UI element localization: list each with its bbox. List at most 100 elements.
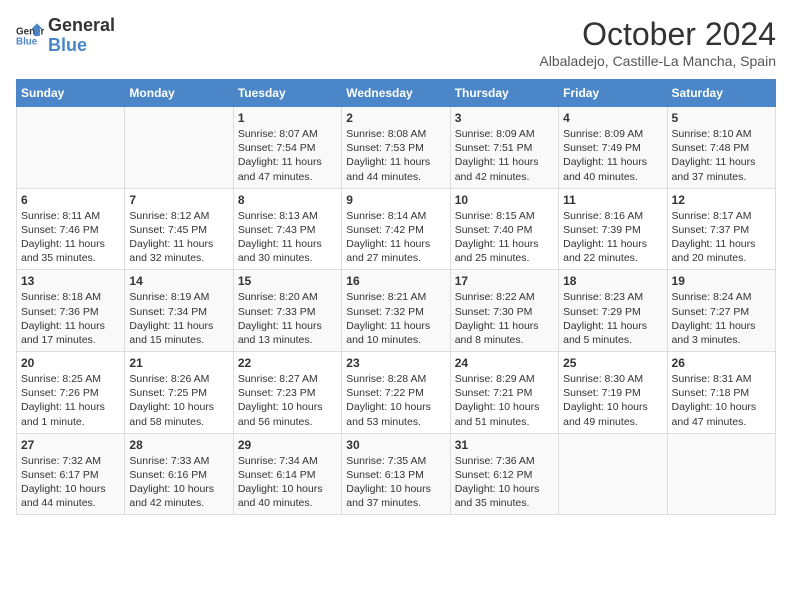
day-content: Sunrise: 8:24 AM Sunset: 7:27 PM Dayligh… <box>672 290 771 347</box>
day-content: Sunrise: 8:10 AM Sunset: 7:48 PM Dayligh… <box>672 127 771 184</box>
day-content: Sunrise: 8:13 AM Sunset: 7:43 PM Dayligh… <box>238 209 337 266</box>
day-number: 1 <box>238 111 337 125</box>
logo-general-text: General <box>48 16 115 36</box>
day-number: 16 <box>346 274 445 288</box>
day-number: 15 <box>238 274 337 288</box>
calendar-table: SundayMondayTuesdayWednesdayThursdayFrid… <box>16 79 776 515</box>
day-content: Sunrise: 7:32 AM Sunset: 6:17 PM Dayligh… <box>21 454 120 511</box>
day-number: 14 <box>129 274 228 288</box>
calendar-cell: 8Sunrise: 8:13 AM Sunset: 7:43 PM Daylig… <box>233 188 341 270</box>
weekday-header-wednesday: Wednesday <box>342 80 450 107</box>
day-content: Sunrise: 7:34 AM Sunset: 6:14 PM Dayligh… <box>238 454 337 511</box>
calendar-cell: 15 Sunrise: 8:20 AM Sunset: 7:33 PM Dayli… <box>233 270 341 352</box>
day-content: Sunrise: 8:07 AM Sunset: 7:54 PM Dayligh… <box>238 127 337 184</box>
day-content: Sunrise: 8:26 AM Sunset: 7:25 PM Dayligh… <box>129 372 228 429</box>
weekday-header-row: SundayMondayTuesdayWednesdayThursdayFrid… <box>17 80 776 107</box>
calendar-week-row: 6Sunrise: 8:11 AM Sunset: 7:46 PM Daylig… <box>17 188 776 270</box>
day-content: Sunrise: 8:30 AM Sunset: 7:19 PM Dayligh… <box>563 372 662 429</box>
calendar-cell <box>667 433 775 515</box>
day-number: 18 <box>563 274 662 288</box>
calendar-cell: 18 Sunrise: 8:23 AM Sunset: 7:29 PM Dayli… <box>559 270 667 352</box>
calendar-cell: 7 Sunrise: 8:12 AM Sunset: 7:45 PM Daylig… <box>125 188 233 270</box>
day-number: 12 <box>672 193 771 207</box>
calendar-cell: 22 Sunrise: 8:27 AM Sunset: 7:23 PM Dayli… <box>233 352 341 434</box>
calendar-cell: 20 Sunrise: 8:25 AM Sunset: 7:26 PM Dayli… <box>17 352 125 434</box>
day-number: 3 <box>455 111 554 125</box>
day-content: Sunrise: 8:22 AM Sunset: 7:30 PM Dayligh… <box>455 290 554 347</box>
calendar-cell <box>17 107 125 189</box>
day-number: 27 <box>21 438 120 452</box>
day-number: 4 <box>563 111 662 125</box>
day-number: 20 <box>21 356 120 370</box>
day-content: Sunrise: 8:25 AM Sunset: 7:26 PM Dayligh… <box>21 372 120 429</box>
calendar-cell: 12 Sunrise: 8:17 AM Sunset: 7:37 PM Dayli… <box>667 188 775 270</box>
calendar-cell: 1 Sunrise: 8:07 AM Sunset: 7:54 PM Daylig… <box>233 107 341 189</box>
day-content: Sunrise: 8:15 AM Sunset: 7:40 PM Dayligh… <box>455 209 554 266</box>
day-number: 17 <box>455 274 554 288</box>
day-number: 26 <box>672 356 771 370</box>
day-number: 25 <box>563 356 662 370</box>
day-number: 30 <box>346 438 445 452</box>
calendar-cell: 14 Sunrise: 8:19 AM Sunset: 7:34 PM Dayli… <box>125 270 233 352</box>
logo-blue-text: Blue <box>48 36 115 56</box>
calendar-cell: 6Sunrise: 8:11 AM Sunset: 7:46 PM Daylig… <box>17 188 125 270</box>
calendar-cell: 11Sunrise: 8:16 AM Sunset: 7:39 PM Dayli… <box>559 188 667 270</box>
day-content: Sunrise: 8:20 AM Sunset: 7:33 PM Dayligh… <box>238 290 337 347</box>
day-content: Sunrise: 8:29 AM Sunset: 7:21 PM Dayligh… <box>455 372 554 429</box>
logo: General Blue General Blue <box>16 16 115 56</box>
calendar-cell: 4 Sunrise: 8:09 AM Sunset: 7:49 PM Daylig… <box>559 107 667 189</box>
calendar-cell: 5 Sunrise: 8:10 AM Sunset: 7:48 PM Daylig… <box>667 107 775 189</box>
day-content: Sunrise: 8:19 AM Sunset: 7:34 PM Dayligh… <box>129 290 228 347</box>
day-number: 5 <box>672 111 771 125</box>
day-number: 24 <box>455 356 554 370</box>
day-content: Sunrise: 8:16 AM Sunset: 7:39 PM Dayligh… <box>563 209 662 266</box>
day-content: Sunrise: 8:09 AM Sunset: 7:49 PM Dayligh… <box>563 127 662 184</box>
day-content: Sunrise: 8:21 AM Sunset: 7:32 PM Dayligh… <box>346 290 445 347</box>
day-number: 29 <box>238 438 337 452</box>
day-content: Sunrise: 7:36 AM Sunset: 6:12 PM Dayligh… <box>455 454 554 511</box>
calendar-cell: 23Sunrise: 8:28 AM Sunset: 7:22 PM Dayli… <box>342 352 450 434</box>
day-content: Sunrise: 8:14 AM Sunset: 7:42 PM Dayligh… <box>346 209 445 266</box>
day-content: Sunrise: 7:35 AM Sunset: 6:13 PM Dayligh… <box>346 454 445 511</box>
calendar-cell: 17 Sunrise: 8:22 AM Sunset: 7:30 PM Dayli… <box>450 270 558 352</box>
calendar-week-row: 27 Sunrise: 7:32 AM Sunset: 6:17 PM Dayli… <box>17 433 776 515</box>
calendar-cell: 26Sunrise: 8:31 AM Sunset: 7:18 PM Dayli… <box>667 352 775 434</box>
calendar-cell: 10 Sunrise: 8:15 AM Sunset: 7:40 PM Dayli… <box>450 188 558 270</box>
calendar-cell: 13Sunrise: 8:18 AM Sunset: 7:36 PM Dayli… <box>17 270 125 352</box>
weekday-header-thursday: Thursday <box>450 80 558 107</box>
calendar-cell: 28Sunrise: 7:33 AM Sunset: 6:16 PM Dayli… <box>125 433 233 515</box>
day-number: 19 <box>672 274 771 288</box>
day-content: Sunrise: 8:17 AM Sunset: 7:37 PM Dayligh… <box>672 209 771 266</box>
day-number: 21 <box>129 356 228 370</box>
weekday-header-saturday: Saturday <box>667 80 775 107</box>
calendar-week-row: 13Sunrise: 8:18 AM Sunset: 7:36 PM Dayli… <box>17 270 776 352</box>
calendar-cell: 27 Sunrise: 7:32 AM Sunset: 6:17 PM Dayli… <box>17 433 125 515</box>
calendar-cell <box>559 433 667 515</box>
day-content: Sunrise: 8:27 AM Sunset: 7:23 PM Dayligh… <box>238 372 337 429</box>
location-subtitle: Albaladejo, Castille-La Mancha, Spain <box>539 53 776 69</box>
calendar-cell: 9 Sunrise: 8:14 AM Sunset: 7:42 PM Daylig… <box>342 188 450 270</box>
day-number: 13 <box>21 274 120 288</box>
day-number: 9 <box>346 193 445 207</box>
day-number: 10 <box>455 193 554 207</box>
calendar-cell: 16 Sunrise: 8:21 AM Sunset: 7:32 PM Dayli… <box>342 270 450 352</box>
day-content: Sunrise: 8:12 AM Sunset: 7:45 PM Dayligh… <box>129 209 228 266</box>
calendar-cell: 31Sunrise: 7:36 AM Sunset: 6:12 PM Dayli… <box>450 433 558 515</box>
svg-text:Blue: Blue <box>16 36 38 47</box>
weekday-header-monday: Monday <box>125 80 233 107</box>
title-block: October 2024 Albaladejo, Castille-La Man… <box>539 16 776 69</box>
calendar-cell: 21 Sunrise: 8:26 AM Sunset: 7:25 PM Dayli… <box>125 352 233 434</box>
page-header: General Blue General Blue October 2024 A… <box>16 16 776 69</box>
day-number: 6 <box>21 193 120 207</box>
calendar-cell: 19 Sunrise: 8:24 AM Sunset: 7:27 PM Dayli… <box>667 270 775 352</box>
day-number: 22 <box>238 356 337 370</box>
day-number: 7 <box>129 193 228 207</box>
logo-icon: General Blue <box>16 22 44 50</box>
day-content: Sunrise: 8:08 AM Sunset: 7:53 PM Dayligh… <box>346 127 445 184</box>
calendar-cell: 30 Sunrise: 7:35 AM Sunset: 6:13 PM Dayli… <box>342 433 450 515</box>
day-content: Sunrise: 8:28 AM Sunset: 7:22 PM Dayligh… <box>346 372 445 429</box>
day-content: Sunrise: 8:23 AM Sunset: 7:29 PM Dayligh… <box>563 290 662 347</box>
calendar-cell <box>125 107 233 189</box>
calendar-cell: 2Sunrise: 8:08 AM Sunset: 7:53 PM Daylig… <box>342 107 450 189</box>
month-title: October 2024 <box>539 16 776 53</box>
